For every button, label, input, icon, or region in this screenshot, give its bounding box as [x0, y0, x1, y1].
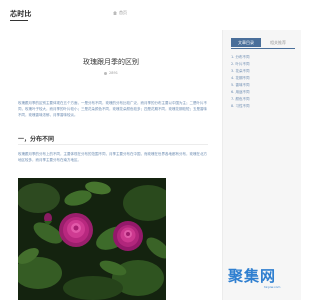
author-icon — [104, 71, 108, 75]
tab-article-toc[interactable]: 文章目录 — [231, 38, 261, 47]
article-meta: 2891 — [0, 71, 222, 75]
logo-underline — [10, 20, 28, 21]
watermark: 聚集网 hz.jzw.com — [222, 262, 300, 300]
toc-item[interactable]: 1. 分布不同 — [231, 54, 295, 61]
page-title: 玫瑰跟月季的区别 — [83, 58, 139, 66]
article-main: 玫瑰跟月季的区别 2891 玫瑰跟月季的区别主要体现在五个方面，一是分布不同，玫… — [0, 30, 222, 300]
toc-item[interactable]: 5. 香味不同 — [231, 82, 295, 89]
site-logo[interactable]: 芯时比 — [10, 9, 32, 19]
tab-related[interactable]: 相关推荐 — [263, 38, 293, 47]
tab-underline — [231, 48, 295, 49]
toc-item[interactable]: 2. 叶片不同 — [231, 61, 295, 68]
breadcrumb-home[interactable]: 首页 — [113, 10, 127, 16]
home-icon — [113, 11, 117, 15]
watermark-sub: hz.jzw.com — [264, 285, 281, 289]
toc-item[interactable]: 6. 用途不同 — [231, 89, 295, 96]
rose-photo — [18, 178, 166, 300]
sidebar-tabs: 文章目录 相关推荐 — [231, 38, 295, 48]
toc-item[interactable]: 4. 花期不同 — [231, 75, 295, 82]
article-intro: 玫瑰跟月季的区别主要体现在五个方面，一是分布不同，玫瑰的分布比较广泛，而月季的分… — [18, 101, 207, 117]
table-of-contents: 1. 分布不同 2. 叶片不同 3. 花朵不同 4. 花期不同 5. 香味不同 … — [231, 54, 295, 110]
toc-item[interactable]: 3. 花朵不同 — [231, 68, 295, 75]
toc-item[interactable]: 7. 颜色不同 — [231, 96, 295, 103]
toc-item[interactable]: 8. 习性不同 — [231, 103, 295, 110]
breadcrumb-home-label[interactable]: 首页 — [119, 10, 127, 15]
section-text: 玫瑰跟月季的分布上的不同，主要体现在分布的范围不同，月季主要分布在中国，而玫瑰在… — [18, 152, 207, 162]
section-heading: 一，分布不同 — [18, 136, 55, 143]
watermark-text: 聚集网 — [228, 267, 277, 285]
article-views: 2891 — [109, 71, 118, 75]
section-divider — [18, 144, 208, 145]
sidebar: 文章目录 相关推荐 1. 分布不同 2. 叶片不同 3. 花朵不同 4. 花期不… — [222, 30, 301, 300]
top-bar: 芯时比 首页 — [0, 0, 300, 31]
